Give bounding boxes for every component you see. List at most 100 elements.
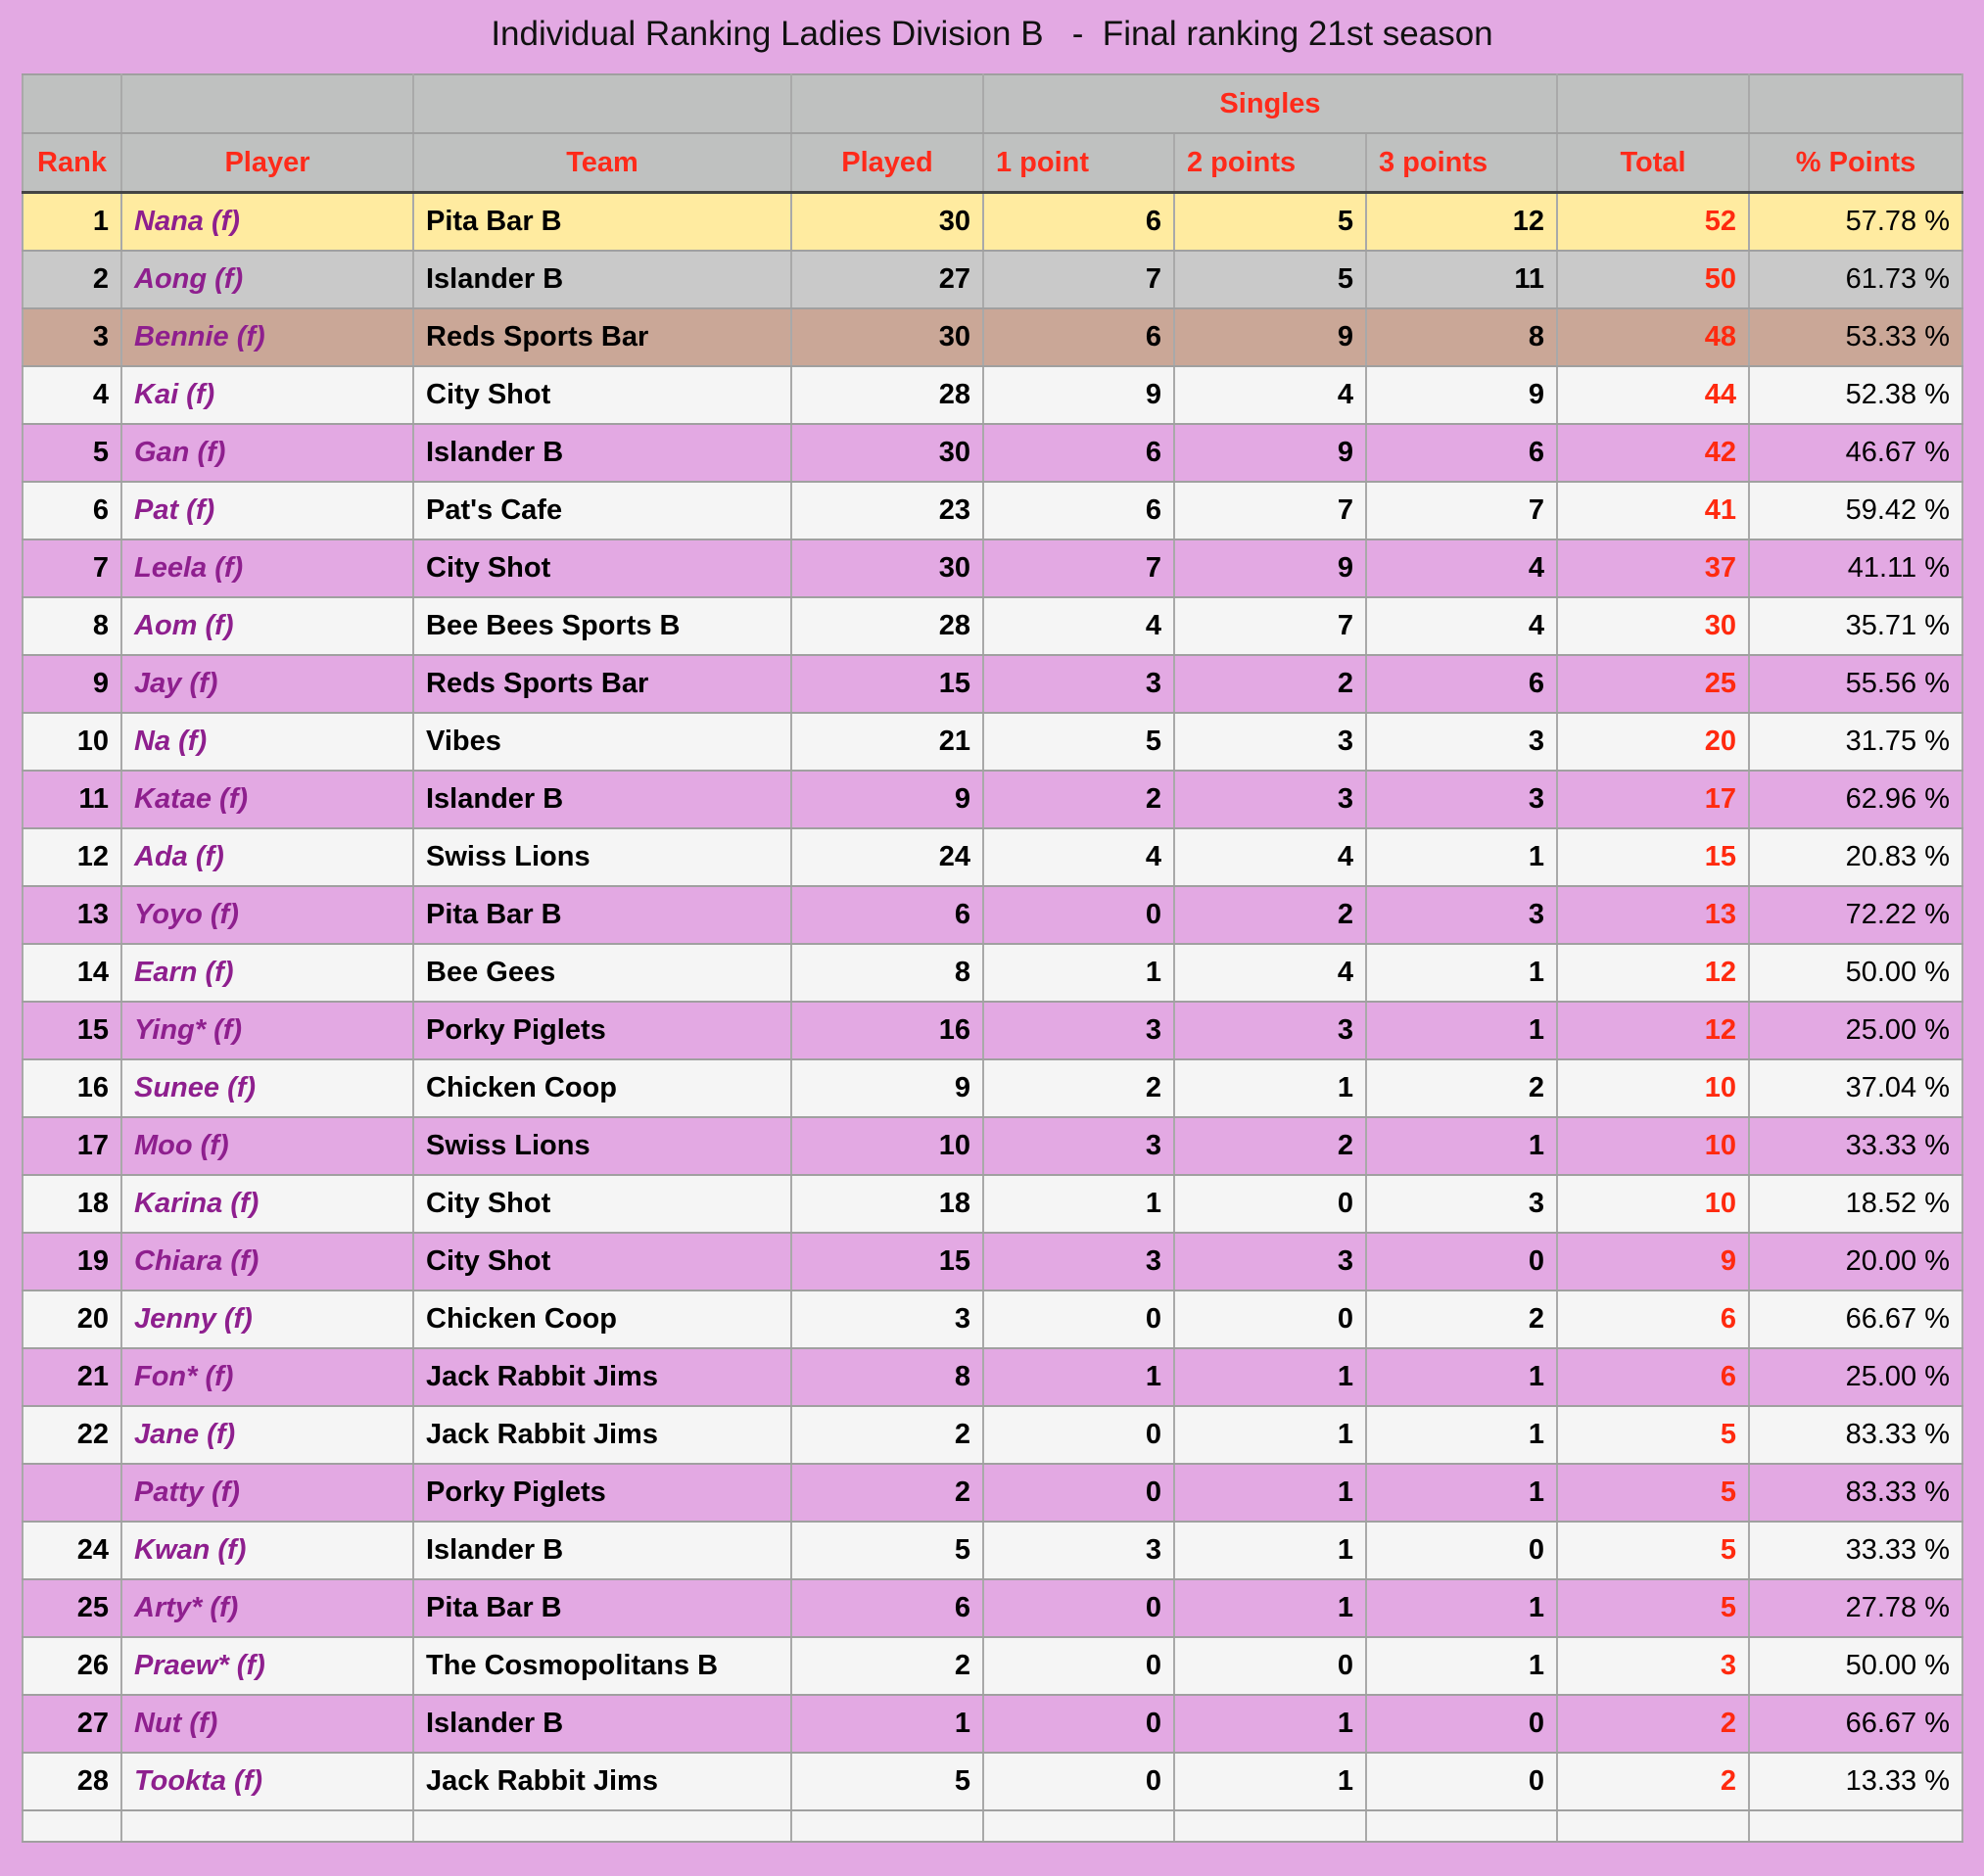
cell-total: 2 (1556, 1694, 1751, 1754)
cell-played: 5 (790, 1752, 984, 1811)
cell-1-point: 1 (982, 943, 1175, 1003)
cell-pct-points: 18.52 % (1748, 1174, 1964, 1234)
cell-rank: 9 (22, 654, 122, 714)
table-row: 4 Kai (f) City Shot 28 9 4 9 44 52.38 % (22, 365, 1964, 425)
header-empty-played (790, 73, 984, 134)
table-row: Patty (f) Porky Piglets 2 0 1 1 5 83.33 % (22, 1463, 1964, 1523)
cell-total: 30 (1556, 596, 1751, 656)
cell-3-points: 0 (1364, 1232, 1559, 1291)
cell-1-point: 0 (982, 1463, 1175, 1523)
cell-played: 30 (790, 423, 984, 483)
table-row-partial (22, 1809, 1964, 1843)
cell-player: Leela (f) (120, 539, 414, 598)
cell-pct-points: 62.96 % (1748, 770, 1964, 829)
cell-1-point: 6 (982, 191, 1175, 252)
cell-empty (120, 1809, 414, 1843)
column-header-pct-points[interactable]: % Points (1748, 132, 1964, 194)
cell-pct-points: 25.00 % (1748, 1347, 1964, 1407)
cell-total: 13 (1556, 885, 1751, 945)
cell-total: 52 (1556, 191, 1751, 252)
cell-pct-points: 25.00 % (1748, 1001, 1964, 1060)
column-header-total[interactable]: Total (1556, 132, 1751, 194)
cell-3-points: 1 (1364, 1116, 1559, 1176)
cell-pct-points: 35.71 % (1748, 596, 1964, 656)
cell-2-points: 0 (1173, 1290, 1367, 1349)
column-header-1-point[interactable]: 1 point (982, 132, 1175, 194)
cell-player: Arty* (f) (120, 1578, 414, 1638)
cell-player: Katae (f) (120, 770, 414, 829)
cell-pct-points: 66.67 % (1748, 1290, 1964, 1349)
column-header-2-points[interactable]: 2 points (1173, 132, 1367, 194)
cell-team: City Shot (412, 365, 792, 425)
table-row: 24 Kwan (f) Islander B 5 3 1 0 5 33.33 % (22, 1521, 1964, 1580)
cell-1-point: 2 (982, 1058, 1175, 1118)
cell-total: 17 (1556, 770, 1751, 829)
table-row: 14 Earn (f) Bee Gees 8 1 4 1 12 50.00 % (22, 943, 1964, 1003)
column-header-3-points[interactable]: 3 points (1364, 132, 1559, 194)
cell-player: Gan (f) (120, 423, 414, 483)
cell-rank: 12 (22, 827, 122, 887)
table-row: 12 Ada (f) Swiss Lions 24 4 4 1 15 20.83 % (22, 827, 1964, 887)
cell-rank: 18 (22, 1174, 122, 1234)
cell-pct-points: 66.67 % (1748, 1694, 1964, 1754)
cell-1-point: 4 (982, 596, 1175, 656)
cell-player: Na (f) (120, 712, 414, 772)
cell-empty (1173, 1809, 1367, 1843)
cell-player: Ying* (f) (120, 1001, 414, 1060)
cell-pct-points: 20.83 % (1748, 827, 1964, 887)
cell-3-points: 4 (1364, 596, 1559, 656)
cell-pct-points: 27.78 % (1748, 1578, 1964, 1638)
cell-player: Tookta (f) (120, 1752, 414, 1811)
cell-1-point: 0 (982, 1636, 1175, 1696)
cell-pct-points: 20.00 % (1748, 1232, 1964, 1291)
cell-team: Pita Bar B (412, 191, 792, 252)
cell-1-point: 3 (982, 1001, 1175, 1060)
cell-team: City Shot (412, 539, 792, 598)
cell-played: 21 (790, 712, 984, 772)
cell-empty (412, 1809, 792, 1843)
cell-team: The Cosmopolitans B (412, 1636, 792, 1696)
cell-team: Reds Sports Bar (412, 307, 792, 367)
cell-total: 6 (1556, 1290, 1751, 1349)
cell-total: 2 (1556, 1752, 1751, 1811)
column-header-played[interactable]: Played (790, 132, 984, 194)
table-row: 8 Aom (f) Bee Bees Sports B 28 4 7 4 30 35.71 % (22, 596, 1964, 656)
cell-total: 5 (1556, 1405, 1751, 1465)
cell-1-point: 7 (982, 539, 1175, 598)
cell-pct-points: 53.33 % (1748, 307, 1964, 367)
column-header-player[interactable]: Player (120, 132, 414, 194)
table-row: 5 Gan (f) Islander B 30 6 9 6 42 46.67 % (22, 423, 1964, 483)
table-row: 17 Moo (f) Swiss Lions 10 3 2 1 10 33.33 % (22, 1116, 1964, 1176)
cell-team: Bee Gees (412, 943, 792, 1003)
cell-2-points: 1 (1173, 1521, 1367, 1580)
cell-total: 15 (1556, 827, 1751, 887)
cell-team: Islander B (412, 1694, 792, 1754)
cell-pct-points: 31.75 % (1748, 712, 1964, 772)
cell-played: 10 (790, 1116, 984, 1176)
table-row: 13 Yoyo (f) Pita Bar B 6 0 2 3 13 72.22 % (22, 885, 1964, 945)
cell-total: 42 (1556, 423, 1751, 483)
cell-player: Sunee (f) (120, 1058, 414, 1118)
table-row: 16 Sunee (f) Chicken Coop 9 2 1 2 10 37.04 % (22, 1058, 1964, 1118)
cell-player: Jenny (f) (120, 1290, 414, 1349)
cell-empty (1748, 1809, 1964, 1843)
cell-1-point: 1 (982, 1347, 1175, 1407)
cell-3-points: 1 (1364, 1463, 1559, 1523)
header-group-row: Singles (22, 73, 1964, 134)
column-header-team[interactable]: Team (412, 132, 792, 194)
cell-2-points: 5 (1173, 191, 1367, 252)
cell-team: City Shot (412, 1232, 792, 1291)
table-row: 11 Katae (f) Islander B 9 2 3 3 17 62.96 % (22, 770, 1964, 829)
cell-3-points: 1 (1364, 1405, 1559, 1465)
cell-rank: 24 (22, 1521, 122, 1580)
cell-rank: 10 (22, 712, 122, 772)
cell-1-point: 6 (982, 481, 1175, 540)
cell-played: 9 (790, 1058, 984, 1118)
cell-rank: 3 (22, 307, 122, 367)
cell-played: 16 (790, 1001, 984, 1060)
cell-played: 15 (790, 1232, 984, 1291)
cell-1-point: 3 (982, 1232, 1175, 1291)
cell-2-points: 5 (1173, 250, 1367, 309)
cell-total: 10 (1556, 1116, 1751, 1176)
column-header-rank[interactable]: Rank (22, 132, 122, 194)
